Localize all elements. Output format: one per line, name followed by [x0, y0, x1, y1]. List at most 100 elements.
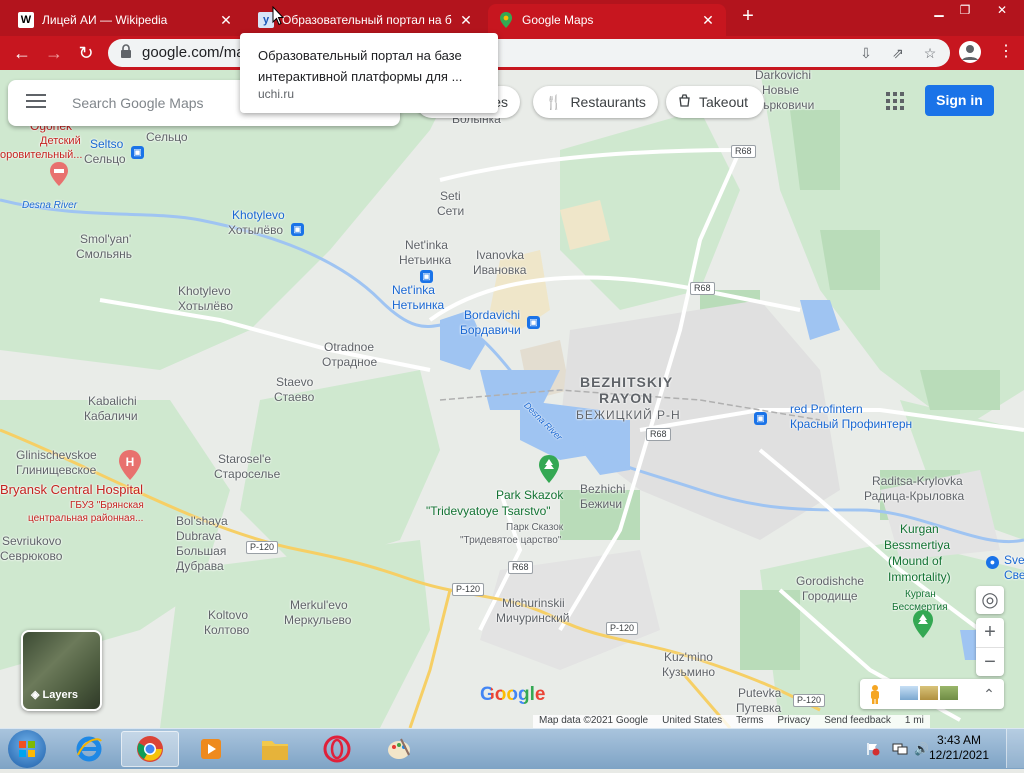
- close-window-icon[interactable]: ✕: [984, 2, 1020, 18]
- map-label[interactable]: red Profintern: [790, 402, 863, 417]
- chip-takeout[interactable]: Takeout: [666, 86, 764, 118]
- map-label[interactable]: Сельцо: [84, 152, 126, 167]
- map-label[interactable]: Seti: [440, 189, 461, 204]
- layers-button[interactable]: ◈ Layers: [21, 630, 102, 711]
- map-label[interactable]: Starosel'e: [218, 452, 271, 467]
- map-label[interactable]: Sve: [1004, 553, 1024, 568]
- imagery-thumb[interactable]: [900, 686, 918, 700]
- map-label[interactable]: Bordavichi: [464, 308, 520, 323]
- menu-hamburger-icon[interactable]: [26, 94, 46, 112]
- map-label[interactable]: Otradnoe: [324, 340, 374, 355]
- map-label[interactable]: Raditsa-Krylovka: [872, 474, 963, 489]
- start-button[interactable]: [8, 730, 46, 768]
- hospital-label[interactable]: Bryansk Central Hospital: [0, 482, 143, 497]
- map-label[interactable]: Све: [1004, 568, 1024, 583]
- map-label[interactable]: Большая: [176, 544, 226, 559]
- close-tab-icon[interactable]: ✕: [458, 12, 474, 29]
- reload-icon[interactable]: ↻: [74, 41, 98, 65]
- transit-station-icon[interactable]: ▣: [131, 146, 144, 159]
- map-label[interactable]: Красный Профинтерн: [790, 417, 912, 432]
- map-label[interactable]: Глинищевское: [16, 463, 96, 478]
- action-center-flag-icon[interactable]: [866, 742, 880, 756]
- transit-station-icon[interactable]: ▣: [291, 223, 304, 236]
- map-label[interactable]: Нетьинка: [399, 253, 451, 268]
- hospital-marker-icon[interactable]: H: [118, 450, 142, 480]
- country-link[interactable]: United States: [662, 715, 722, 728]
- bookmark-star-icon[interactable]: ☆: [920, 43, 940, 63]
- imagery-thumb[interactable]: [940, 686, 958, 700]
- park-label[interactable]: "Тридевятое царство": [460, 533, 561, 548]
- district-label[interactable]: БЕЖИЦКИЙ Р-Н: [576, 408, 681, 423]
- map-label[interactable]: Хотылёво: [178, 299, 233, 314]
- imagery-strip[interactable]: ⌃: [860, 679, 1004, 709]
- map-label[interactable]: Стаево: [274, 390, 314, 405]
- map-label[interactable]: Ivanovka: [476, 248, 524, 263]
- district-label[interactable]: RAYON: [599, 391, 653, 406]
- close-tab-icon[interactable]: ✕: [218, 12, 234, 29]
- search-input[interactable]: Search Google Maps: [72, 95, 204, 111]
- map-label[interactable]: Michurinskii: [502, 596, 565, 611]
- chrome-taskbar-icon[interactable]: [121, 731, 179, 767]
- terms-link[interactable]: Terms: [736, 715, 763, 728]
- map-label[interactable]: Новые: [762, 83, 799, 98]
- share-icon[interactable]: ⇗: [888, 43, 908, 63]
- lock-icon[interactable]: [116, 43, 136, 63]
- zoom-out-button[interactable]: −: [976, 648, 1004, 677]
- map-label[interactable]: Нетьинка: [392, 298, 444, 313]
- map-label[interactable]: Детский: [40, 134, 81, 149]
- map-label[interactable]: Староселье: [214, 467, 280, 482]
- imagery-thumb[interactable]: [920, 686, 938, 700]
- map-label[interactable]: Dubrava: [176, 529, 221, 544]
- map-label[interactable]: Радица-Крыловка: [864, 489, 964, 504]
- transit-station-icon[interactable]: ▣: [420, 270, 433, 283]
- map-label[interactable]: Kuz'mino: [664, 650, 713, 665]
- map-label[interactable]: Khotylevo: [178, 284, 231, 299]
- chevron-up-icon[interactable]: ⌃: [982, 685, 996, 703]
- privacy-link[interactable]: Privacy: [777, 715, 810, 728]
- map-label[interactable]: Городище: [802, 589, 858, 604]
- menu-dots-icon[interactable]: ⋮: [998, 42, 1014, 62]
- map-label[interactable]: Putevka: [738, 686, 781, 701]
- map-label[interactable]: Kurgan: [900, 522, 939, 537]
- zoom-in-button[interactable]: +: [976, 618, 1004, 648]
- map-label[interactable]: Бордавичи: [460, 323, 521, 338]
- tab-wikipedia[interactable]: W Лицей АИ — Wikipedia ✕: [8, 4, 244, 36]
- map-label[interactable]: Кузьмино: [662, 665, 715, 680]
- system-clock[interactable]: 3:43 AM 12/21/2021: [928, 733, 990, 763]
- map-label[interactable]: Staevo: [276, 375, 313, 390]
- file-explorer-icon[interactable]: [246, 731, 304, 767]
- network-icon[interactable]: [892, 742, 908, 756]
- map-label[interactable]: Путевка: [736, 701, 781, 716]
- scale-label[interactable]: 1 mi: [905, 715, 924, 728]
- show-desktop-button[interactable]: [1006, 729, 1024, 768]
- map-label[interactable]: Мичуринский: [496, 611, 569, 626]
- park-marker-icon[interactable]: [912, 610, 934, 638]
- map-label[interactable]: Бежичи: [580, 497, 622, 512]
- map-label[interactable]: Bessmertiya: [884, 538, 950, 553]
- tab-google-maps[interactable]: Google Maps ✕: [488, 4, 726, 36]
- chip-restaurants[interactable]: 🍴 Restaurants: [533, 86, 658, 118]
- transit-station-icon[interactable]: ▣: [754, 412, 767, 425]
- map-label[interactable]: Net'inka: [392, 283, 435, 298]
- map-label[interactable]: Koltovo: [208, 608, 248, 623]
- map-label[interactable]: Меркульево: [284, 613, 351, 628]
- hotel-marker-icon[interactable]: [49, 162, 69, 186]
- map-label[interactable]: (Mound of: [888, 554, 942, 569]
- url-text[interactable]: google.com/ma: [142, 44, 245, 61]
- forward-icon[interactable]: →: [42, 41, 66, 65]
- my-location-icon[interactable]: ◎: [976, 586, 1004, 614]
- hospital-label[interactable]: центральная районная...: [28, 511, 143, 526]
- park-label[interactable]: Park Skazok: [496, 488, 563, 503]
- internet-explorer-icon[interactable]: [60, 731, 118, 767]
- map-label[interactable]: Севрюково: [0, 549, 62, 564]
- map-label[interactable]: Отрадное: [322, 355, 377, 370]
- map-label[interactable]: Ивановка: [473, 263, 526, 278]
- pegman-icon[interactable]: [868, 684, 882, 704]
- install-icon[interactable]: ⇩: [856, 43, 876, 63]
- park-label[interactable]: "Tridevyatoye Tsarstvo": [426, 504, 551, 519]
- park-marker-icon[interactable]: [538, 455, 560, 483]
- volume-icon[interactable]: 🔊: [914, 742, 929, 756]
- map-label[interactable]: Кабаличи: [84, 409, 138, 424]
- back-icon[interactable]: ←: [10, 41, 34, 65]
- map-label[interactable]: Glinischevskoe: [16, 448, 97, 463]
